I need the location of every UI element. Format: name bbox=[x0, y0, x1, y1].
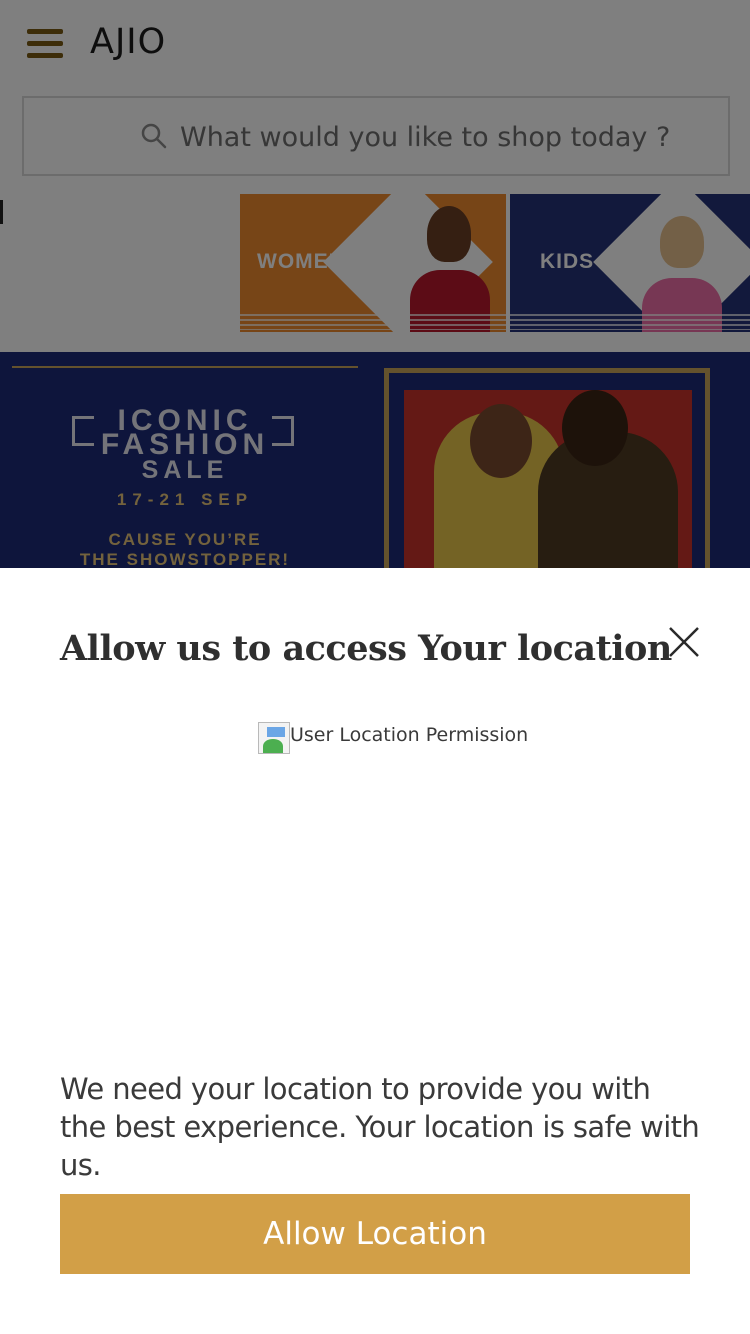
location-permission-sheet: Allow us to access Your location User Lo… bbox=[0, 568, 750, 1334]
allow-location-button[interactable]: Allow Location bbox=[60, 1194, 690, 1274]
close-icon bbox=[669, 627, 699, 657]
sheet-message: We need your location to provide you wit… bbox=[60, 1072, 700, 1182]
sheet-title: Allow us to access Your location bbox=[60, 628, 672, 669]
close-button[interactable] bbox=[664, 622, 704, 662]
modal-backdrop[interactable] bbox=[0, 0, 750, 568]
broken-image-icon bbox=[258, 722, 290, 754]
image-alt-text: User Location Permission bbox=[290, 724, 529, 746]
